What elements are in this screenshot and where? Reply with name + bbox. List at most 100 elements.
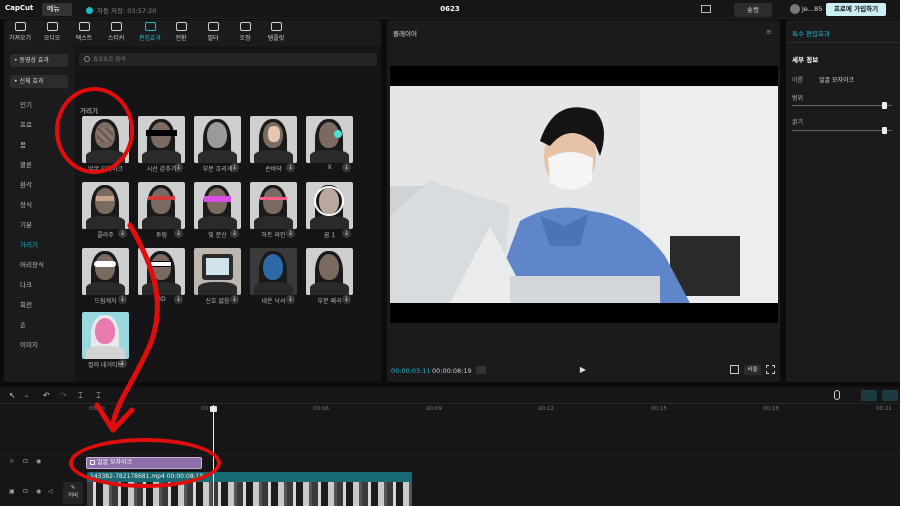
details-section-title[interactable]: 세부 정보 bbox=[792, 54, 818, 64]
effect-card-partial-blur[interactable]: ↓ 부분 흐리게 bbox=[194, 116, 241, 174]
sidebar-item-body[interactable]: 몸 bbox=[20, 139, 26, 149]
effect-card-palm[interactable]: ↓ 손바닥 bbox=[250, 116, 297, 174]
timecode-format-toggle[interactable] bbox=[476, 366, 486, 374]
effect-thumbnail bbox=[82, 116, 129, 163]
sidebar-item-cover[interactable]: 가리기 bbox=[20, 239, 38, 249]
effect-card-3d[interactable]: ↓ 3D bbox=[138, 248, 185, 306]
tab-label: 텍스트 bbox=[75, 35, 93, 42]
mute-icon[interactable]: ◁ bbox=[48, 488, 53, 495]
divider bbox=[786, 42, 900, 43]
video-clip[interactable]: 143382-782178681.mp4 00:00:08:19 bbox=[87, 472, 412, 506]
fullscreen-icon[interactable] bbox=[766, 365, 775, 374]
chevron-down-icon[interactable]: ⌄ bbox=[24, 391, 29, 400]
effect-category-sidebar: • 동영상 효과 • 신체 효과 인기 프로 몸 클론 환각 장식 기분 가리기… bbox=[4, 46, 71, 382]
tab-adjust[interactable]: 조정 bbox=[229, 22, 261, 44]
tab-filter[interactable]: 필터 bbox=[197, 22, 229, 44]
effect-icon bbox=[90, 460, 95, 465]
autosave-status: 자동 저장: 03:57:20 bbox=[86, 5, 156, 15]
effect-card-heart-line[interactable]: ↓ 하트 라인 bbox=[250, 182, 297, 240]
magnet-snap-icon[interactable] bbox=[861, 390, 877, 401]
thickness-slider[interactable] bbox=[792, 127, 892, 134]
search-icon bbox=[84, 56, 90, 62]
playhead-handle[interactable] bbox=[210, 406, 217, 412]
range-slider-handle[interactable] bbox=[882, 102, 888, 109]
playhead[interactable] bbox=[213, 405, 214, 506]
undo-icon[interactable]: ↶ bbox=[43, 391, 50, 400]
menu-icon[interactable]: ≡ bbox=[766, 28, 772, 36]
trim-icon[interactable]: ⌶ bbox=[96, 391, 101, 400]
tab-sticker[interactable]: 스티커 bbox=[100, 22, 132, 44]
tab-template[interactable]: 템플릿 bbox=[260, 22, 292, 44]
effect-thumbnail bbox=[194, 116, 241, 163]
effect-thumbnail bbox=[306, 182, 353, 229]
effect-card-partial-distort[interactable]: ↓ 부분 왜곡 bbox=[306, 248, 353, 306]
range-slider[interactable] bbox=[792, 102, 892, 109]
fit-screen-icon[interactable] bbox=[730, 365, 739, 374]
effect-card-x[interactable]: ↓ X bbox=[306, 116, 353, 174]
title-bar: CapCut 메뉴 자동 저장: 03:57:20 0623 숏컷 Je...8… bbox=[0, 0, 900, 19]
eye-icon[interactable]: ◉ bbox=[36, 458, 41, 465]
tab-label: 오디오 bbox=[43, 35, 61, 42]
video-preview[interactable] bbox=[390, 66, 778, 323]
sidebar-item-dark[interactable]: 다크 bbox=[20, 279, 32, 289]
effect-card-collage[interactable]: ↓ 콜라주 bbox=[82, 182, 129, 240]
audio-icon bbox=[46, 22, 58, 31]
tab-transition[interactable]: 전환 bbox=[165, 22, 197, 44]
effect-card-neon-doodle[interactable]: ↓ 네온 낙서 bbox=[250, 248, 297, 306]
sidebar-item-image[interactable]: 이미지 bbox=[20, 339, 38, 349]
search-input[interactable] bbox=[93, 53, 373, 66]
effect-label: X bbox=[327, 164, 332, 171]
ratio-button[interactable]: 비율 bbox=[744, 365, 761, 375]
effect-card-color-negative[interactable]: ↓ 컬러 네거티브 bbox=[82, 312, 129, 370]
tab-audio[interactable]: 오디오 bbox=[36, 22, 68, 44]
join-pro-button[interactable]: 프로에 가입하기 bbox=[826, 3, 886, 16]
sidebar-item-popular[interactable]: 인기 bbox=[20, 99, 32, 109]
lock-icon[interactable]: ⊡ bbox=[23, 458, 28, 465]
tab-effects[interactable]: 편집효과 bbox=[134, 22, 166, 44]
category-body-effects[interactable]: • 신체 효과 bbox=[10, 75, 68, 88]
sidebar-item-pro[interactable]: 프로 bbox=[20, 119, 32, 129]
sidebar-item-illusion[interactable]: 환각 bbox=[20, 179, 32, 189]
effect-card-light-scatter[interactable]: ↓ 빛 분산 bbox=[194, 182, 241, 240]
sidebar-item-hand[interactable]: 손 bbox=[20, 319, 26, 329]
menu-button[interactable]: 메뉴 bbox=[42, 3, 72, 16]
effects-sparkle-icon bbox=[144, 22, 156, 31]
sidebar-item-headwear[interactable]: 머리장식 bbox=[20, 259, 44, 269]
tab-import[interactable]: 가져오기 bbox=[4, 22, 36, 44]
select-cursor-icon[interactable]: ↖ bbox=[9, 391, 16, 400]
effect-card-touring[interactable]: ↓ 투링 bbox=[138, 182, 185, 240]
sidebar-item-clone[interactable]: 클론 bbox=[20, 159, 32, 169]
search-box[interactable] bbox=[79, 53, 377, 66]
effect-card-eye-bar[interactable]: ↓ 시선 감추기 bbox=[138, 116, 185, 174]
name-value: 얼굴 모자이크 bbox=[819, 77, 855, 84]
sidebar-item-mood[interactable]: 기분 bbox=[20, 219, 32, 229]
shortcut-button[interactable]: 숏컷 bbox=[734, 3, 772, 17]
effect-thumbnail bbox=[306, 248, 353, 295]
effect-card-face-mosaic[interactable]: 얼굴 모자이크 bbox=[82, 116, 129, 174]
time-ruler[interactable]: 00:00 00:03 00:06 00:09 00:12 00:15 00:1… bbox=[87, 405, 900, 415]
effect-card-dreamcatcher[interactable]: ↓ 드림캐처 bbox=[82, 248, 129, 306]
cover-button[interactable]: ✎ 커버 bbox=[63, 482, 83, 504]
split-icon[interactable]: ⌶ bbox=[78, 391, 83, 400]
user-name[interactable]: Je...85 bbox=[802, 5, 822, 13]
tab-label: 가져오기 bbox=[8, 35, 32, 42]
sidebar-item-decoration[interactable]: 장식 bbox=[20, 199, 32, 209]
effect-label: 하트 라인 bbox=[261, 232, 286, 239]
tab-label: 템플릿 bbox=[267, 35, 285, 42]
play-button[interactable]: ▶ bbox=[578, 364, 588, 376]
effect-card-no-signal[interactable]: ↓ 신호 없음 bbox=[194, 248, 241, 306]
sidebar-item-rotate[interactable]: 회전 bbox=[20, 299, 32, 309]
tab-text[interactable]: 텍스트 bbox=[68, 22, 100, 44]
effect-card-dream-1[interactable]: ↓ 꿈 1 bbox=[306, 182, 353, 240]
ruler-tick: 00:15 bbox=[651, 406, 667, 412]
category-video-effects[interactable]: • 동영상 효과 bbox=[10, 54, 68, 67]
lock-icon[interactable]: ⊡ bbox=[23, 488, 28, 495]
avatar[interactable] bbox=[790, 4, 800, 14]
effect-clip-face-mosaic[interactable]: 얼굴 모자이크 bbox=[86, 457, 202, 469]
thickness-slider-handle[interactable] bbox=[882, 127, 888, 134]
layout-icon[interactable] bbox=[701, 5, 711, 13]
microphone-icon[interactable] bbox=[834, 390, 840, 400]
eye-icon[interactable]: ◉ bbox=[36, 488, 41, 495]
link-clips-icon[interactable] bbox=[882, 390, 898, 401]
redo-icon[interactable]: ↷ bbox=[60, 391, 67, 400]
